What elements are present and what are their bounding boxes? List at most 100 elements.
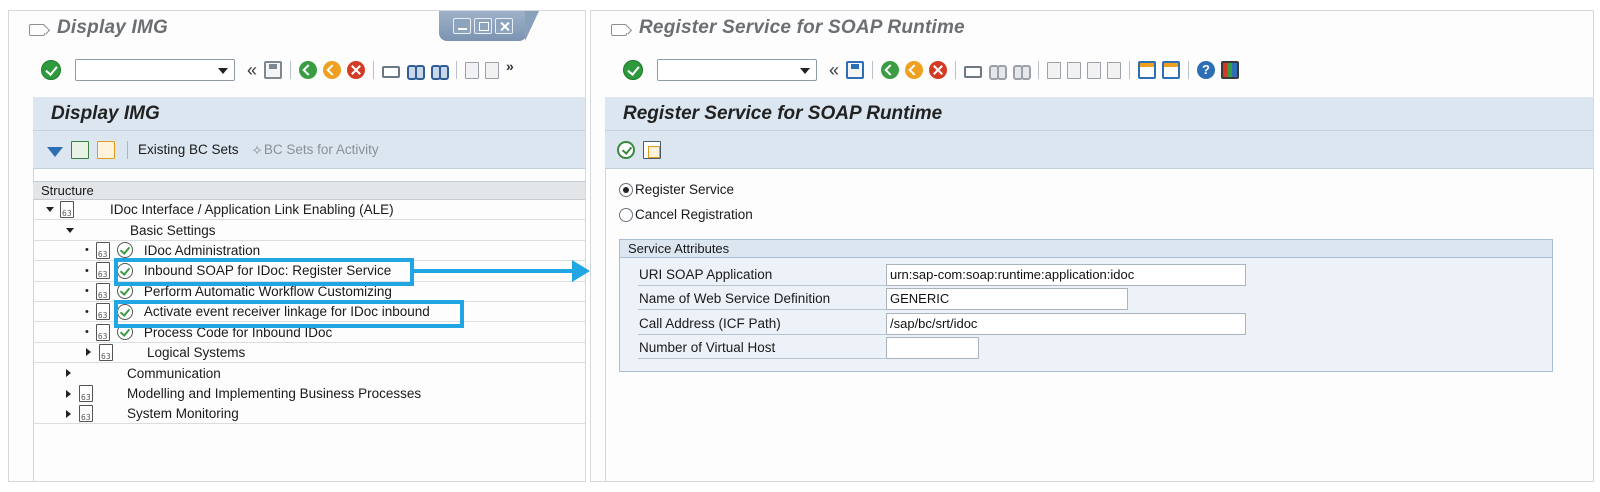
layout-menu-icon[interactable] (1221, 61, 1240, 79)
arrow-line (414, 269, 574, 273)
enter-check-icon[interactable] (623, 60, 643, 80)
back-icon[interactable] (881, 61, 900, 79)
toolbar-separator (373, 61, 375, 79)
documentation-icon[interactable] (79, 385, 93, 403)
expand-icon[interactable] (66, 409, 71, 418)
expand-icon[interactable] (66, 389, 71, 398)
previous-page-icon[interactable] (1067, 61, 1082, 79)
enter-check-icon[interactable] (41, 60, 61, 80)
first-page-icon[interactable] (1047, 61, 1062, 79)
print-icon[interactable] (964, 66, 983, 78)
more-icon[interactable]: » (506, 58, 514, 74)
tree-node-label[interactable]: Basic Settings (130, 223, 216, 238)
application-toolbar: Existing BC Sets ⟡ BC Sets for Activity (33, 131, 585, 169)
virtual-host-input[interactable] (886, 337, 979, 359)
radio-button[interactable] (619, 182, 633, 197)
documentation-icon[interactable] (79, 405, 93, 423)
execute-icon[interactable] (116, 242, 133, 259)
exit-icon[interactable] (905, 61, 924, 79)
tree-node-label[interactable]: Perform Automatic Workflow Customizing (144, 284, 392, 299)
tree-node-label[interactable]: Modelling and Implementing Business Proc… (127, 386, 421, 401)
command-field[interactable] (75, 59, 235, 81)
toolbar-prev-icon[interactable]: « (829, 61, 839, 79)
chevron-down-icon[interactable] (800, 68, 810, 74)
tree-node-label[interactable]: IDoc Interface / Application Link Enabli… (110, 202, 394, 217)
expand-icon[interactable] (66, 369, 71, 378)
toolbar-separator (456, 61, 458, 79)
toolbar-separator (1129, 61, 1131, 79)
tree-node-label[interactable]: System Monitoring (127, 406, 239, 421)
documentation-icon[interactable] (95, 303, 110, 321)
find-next-icon[interactable] (1012, 61, 1032, 80)
find-icon[interactable] (988, 61, 1008, 80)
toolbar-prev-icon[interactable]: « (247, 61, 257, 79)
tree-node-label[interactable]: IDoc Administration (144, 243, 260, 258)
tree-node[interactable]: Logical Systems (33, 343, 585, 364)
radio-label[interactable]: Register Service (635, 182, 734, 197)
radio-button[interactable] (619, 207, 633, 222)
tree-node-label[interactable]: Logical Systems (147, 345, 245, 360)
application-toolbar (605, 131, 1593, 169)
last-page-icon[interactable] (1107, 61, 1122, 79)
cancel-icon[interactable] (929, 61, 948, 79)
exit-icon[interactable] (323, 61, 342, 79)
web-service-definition-input[interactable]: GENERIC (886, 288, 1128, 310)
page-title: Display IMG (51, 102, 160, 124)
maximize-button[interactable] (474, 18, 492, 34)
radio-label[interactable]: Cancel Registration (635, 207, 753, 222)
copy-icon[interactable] (643, 140, 661, 159)
radio-register-service[interactable]: Register Service (619, 182, 734, 197)
expand-icon[interactable] (86, 348, 91, 357)
close-button[interactable] (495, 18, 513, 34)
help-icon[interactable]: ? (1197, 61, 1216, 79)
back-icon[interactable] (299, 61, 318, 79)
document-icon[interactable] (71, 140, 89, 159)
save-icon[interactable] (846, 61, 865, 79)
bc-sets-for-activity-button[interactable]: BC Sets for Activity (264, 142, 379, 157)
cancel-icon[interactable] (347, 61, 366, 79)
shortcut-icon[interactable] (1162, 61, 1181, 79)
next-page-icon[interactable] (1087, 61, 1102, 79)
documentation-icon[interactable] (60, 201, 74, 219)
menu-icon[interactable] (611, 24, 627, 36)
tree-node[interactable]: System Monitoring (33, 404, 585, 425)
tree-node[interactable]: Modelling and Implementing Business Proc… (33, 384, 585, 404)
call-address-input[interactable]: /sap/bc/srt/idoc (886, 313, 1246, 335)
create-session-icon[interactable] (1138, 61, 1157, 79)
find-icon[interactable] (406, 61, 426, 80)
minimize-button[interactable] (453, 18, 471, 34)
print-icon[interactable] (382, 66, 401, 78)
first-page-icon[interactable] (465, 61, 480, 79)
expand-icon[interactable] (46, 207, 54, 213)
system-toolbar: « » (9, 55, 585, 85)
documentation-icon[interactable] (99, 343, 113, 361)
documentation-icon[interactable] (95, 323, 110, 341)
save-icon[interactable] (264, 61, 283, 79)
tree-node[interactable]: Communication (33, 363, 585, 383)
documentation-icon[interactable] (95, 262, 110, 280)
command-field[interactable] (657, 59, 817, 81)
chevron-down-icon[interactable] (218, 68, 228, 74)
field-label: Call Address (ICF Path) (638, 313, 886, 335)
documentation-icon[interactable] (95, 241, 110, 259)
toolbar-separator (290, 61, 292, 79)
tree-node-label[interactable]: Communication (127, 366, 221, 381)
uri-soap-application-input[interactable]: urn:sap-com:soap:runtime:application:ido… (886, 264, 1246, 286)
previous-page-icon[interactable] (485, 61, 500, 79)
field-label: Number of Virtual Host (638, 337, 886, 359)
find-next-icon[interactable] (430, 61, 450, 80)
tree-node[interactable]: Basic Settings (33, 220, 585, 241)
existing-bc-sets-button[interactable]: Existing BC Sets (138, 142, 239, 157)
documentation-icon[interactable] (95, 282, 110, 300)
expand-icon[interactable] (66, 227, 74, 233)
menu-icon[interactable] (29, 24, 45, 36)
page-title: Register Service for SOAP Runtime (623, 102, 943, 124)
radio-cancel-registration[interactable]: Cancel Registration (619, 207, 753, 222)
note-icon[interactable] (97, 140, 115, 159)
toolbar-separator (872, 61, 874, 79)
structure-header: Structure (33, 181, 585, 200)
tree-node[interactable]: IDoc Interface / Application Link Enabli… (33, 200, 585, 221)
bullet-icon: • (85, 285, 89, 298)
filter-icon[interactable] (47, 146, 63, 157)
execute-icon[interactable] (617, 140, 635, 159)
